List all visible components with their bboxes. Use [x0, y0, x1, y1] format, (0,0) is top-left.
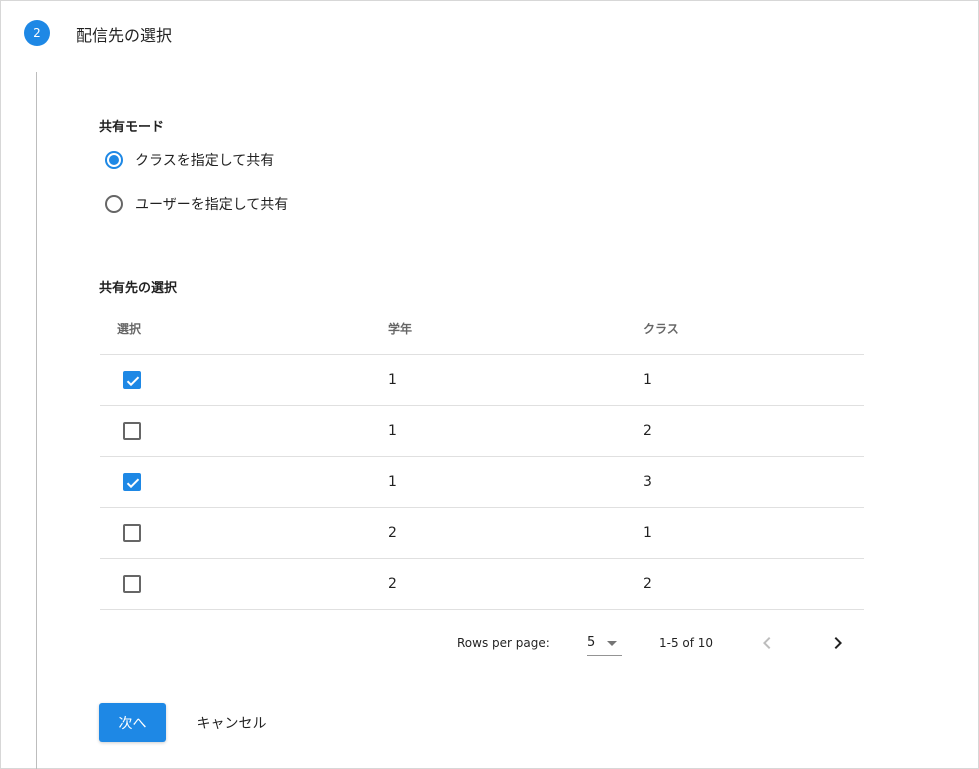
targets-label: 共有先の選択	[99, 281, 178, 296]
select-cell	[100, 405, 388, 457]
grade-cell: 2	[388, 558, 643, 610]
caret-down-icon	[607, 641, 617, 646]
grade-cell: 1	[388, 405, 643, 457]
select-cell	[100, 354, 388, 406]
class-cell: 1	[643, 354, 864, 406]
table-row: 21	[100, 507, 864, 559]
radio-share-by-class[interactable]: クラスを指定して共有	[105, 149, 274, 171]
checkbox-checked-icon[interactable]	[123, 473, 141, 491]
column-header-select: 選択	[100, 303, 388, 355]
pagination-range: 1-5 of 10	[659, 636, 714, 650]
column-header-grade: 学年	[388, 303, 643, 355]
table-row: 11	[100, 354, 864, 406]
table-row: 13	[100, 456, 864, 508]
stepper-step-header: 2 配信先の選択	[24, 20, 172, 46]
checkbox-unchecked-icon[interactable]	[123, 575, 141, 593]
cancel-button[interactable]: キャンセル	[180, 703, 283, 742]
share-mode-label: 共有モード	[99, 120, 165, 135]
chevron-right-icon	[834, 637, 842, 649]
checkbox-unchecked-icon[interactable]	[123, 422, 141, 440]
column-header-class: クラス	[643, 303, 864, 355]
table-row: 22	[100, 558, 864, 610]
step-number-badge: 2	[24, 20, 50, 46]
select-cell	[100, 558, 388, 610]
select-cell	[100, 456, 388, 508]
rows-per-page-value: 5	[587, 635, 596, 650]
radio-unchecked-icon[interactable]	[105, 195, 123, 213]
rows-per-page-select[interactable]: 5	[587, 633, 622, 656]
radio-share-by-user[interactable]: ユーザーを指定して共有	[105, 193, 288, 215]
grade-cell: 1	[388, 354, 643, 406]
checkbox-checked-icon[interactable]	[123, 371, 141, 389]
radio-label: クラスを指定して共有	[135, 153, 275, 169]
class-cell: 2	[643, 405, 864, 457]
class-cell: 3	[643, 456, 864, 508]
previous-page-button[interactable]	[755, 631, 779, 655]
select-cell	[100, 507, 388, 559]
step-title: 配信先の選択	[76, 26, 173, 45]
class-cell: 2	[643, 558, 864, 610]
radio-label: ユーザーを指定して共有	[135, 197, 289, 213]
table-row: 12	[100, 405, 864, 457]
rows-per-page-label: Rows per page:	[457, 636, 550, 650]
grade-cell: 1	[388, 456, 643, 508]
radio-checked-icon[interactable]	[105, 151, 123, 169]
grade-cell: 2	[388, 507, 643, 559]
next-page-button[interactable]	[826, 631, 850, 655]
next-button[interactable]: 次へ	[99, 703, 166, 742]
table-header-row: 選択 学年 クラス	[100, 303, 864, 355]
checkbox-unchecked-icon[interactable]	[123, 524, 141, 542]
targets-table: 選択 学年 クラス 1112132122	[100, 303, 864, 610]
class-cell: 1	[643, 507, 864, 559]
chevron-left-icon	[763, 637, 771, 649]
stepper-connector-line	[36, 72, 37, 769]
